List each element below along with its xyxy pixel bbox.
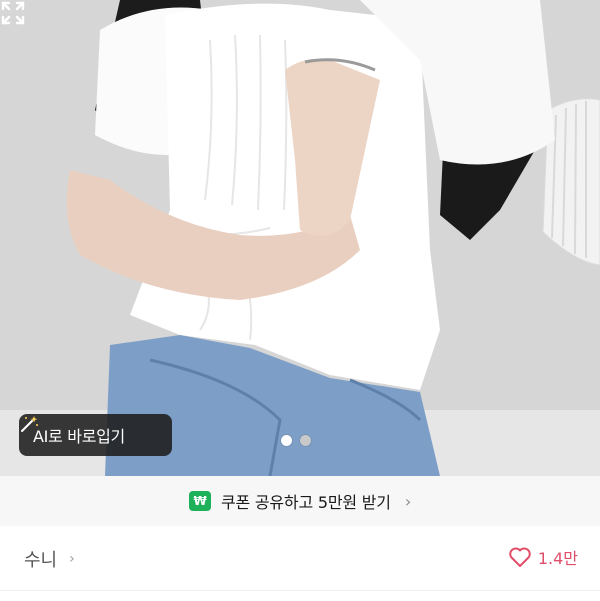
pagination-dot[interactable]	[300, 435, 311, 446]
heart-icon	[509, 547, 531, 567]
won-badge-icon: ₩	[188, 491, 211, 511]
like-button[interactable]: 1.4만	[508, 545, 578, 569]
magic-wand-icon	[21, 416, 38, 432]
chevron-right-icon: ›	[404, 491, 412, 511]
seller-name: 수니	[24, 550, 58, 571]
like-count: 1.4만	[537, 549, 578, 568]
coupon-banner[interactable]: ₩ 쿠폰 공유하고 5만원 받기 ›	[0, 476, 600, 526]
divider	[0, 590, 600, 601]
image-pagination	[281, 435, 311, 446]
coupon-text: 쿠폰 공유하고 5만원 받기	[220, 493, 391, 512]
expand-icon[interactable]	[0, 0, 26, 26]
chevron-right-icon: ›	[69, 551, 75, 567]
seller-row: 수니 › 1.4만	[0, 526, 600, 590]
pagination-dot[interactable]	[281, 435, 292, 446]
seller-link[interactable]: 수니 ›	[24, 546, 75, 572]
ai-try-on-button[interactable]: AI로 바로입기	[19, 414, 172, 456]
ai-try-on-label: AI로 바로입기	[33, 427, 125, 446]
product-image	[0, 0, 600, 476]
product-photo[interactable]: AI로 바로입기	[0, 0, 600, 476]
